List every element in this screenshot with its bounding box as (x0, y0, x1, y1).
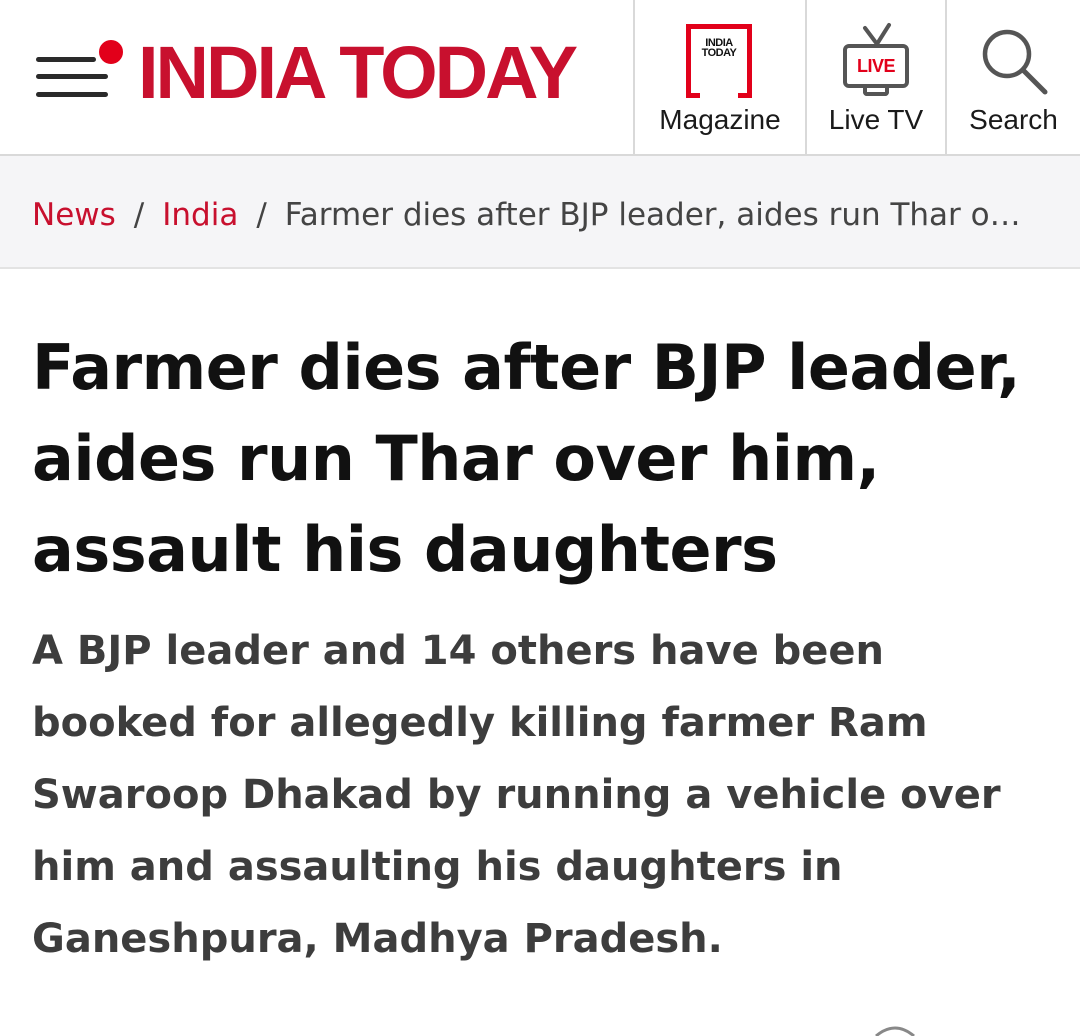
breadcrumb: News / India / Farmer dies after BJP leader,… (0, 156, 1080, 269)
live-tv-icon: LIVE (843, 22, 911, 98)
breadcrumb-separator: / (133, 197, 145, 233)
breadcrumb-current: Farmer dies after BJP leader, aides run … (284, 197, 1030, 233)
search-icon (982, 29, 1048, 95)
magazine-icon: INDIA TODAY (686, 24, 752, 98)
notification-dot (96, 37, 126, 67)
article-headline: Farmer dies after BJP leader, aides run … (32, 331, 1021, 586)
partial-icon (875, 1026, 915, 1036)
breadcrumb-separator: / (256, 197, 267, 233)
hamburger-menu-icon[interactable] (36, 37, 126, 100)
brand-area: INDIA TODAY (0, 0, 633, 154)
article-summary: A BJP leader and 14 others have been boo… (32, 628, 1001, 962)
search-label: Search (969, 104, 1058, 135)
live-tv-label: Live TV (828, 104, 924, 135)
search-button[interactable]: Search (945, 0, 1080, 154)
magazine-icon-text: INDIA TODAY (701, 37, 737, 59)
site-logo[interactable]: INDIA TODAY (138, 36, 578, 110)
magazine-button[interactable]: INDIA TODAY Magazine (633, 0, 805, 154)
live-tv-button[interactable]: LIVE Live TV (805, 0, 945, 154)
site-header: INDIA TODAY INDIA TODAY Magazine LIVE Li… (0, 0, 1080, 156)
breadcrumb-india[interactable]: India (162, 197, 238, 233)
magazine-label: Magazine (659, 104, 781, 135)
breadcrumb-news[interactable]: News (32, 197, 116, 233)
live-badge-text: LIVE (856, 55, 896, 76)
